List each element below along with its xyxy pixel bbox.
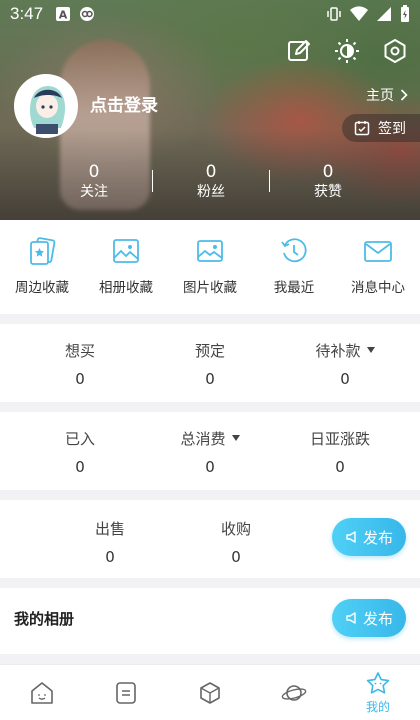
nav-notes[interactable] [84, 665, 168, 720]
box-icon [200, 681, 220, 704]
stat-followers[interactable]: 0 粉丝 [153, 162, 269, 202]
shortcut-label: 相册收藏 [99, 280, 153, 296]
wifi-icon [350, 6, 368, 22]
stat-buying[interactable]: 收购 0 [196, 519, 276, 567]
cell-value: 0 [335, 458, 345, 476]
shortcut-label: 周边收藏 [15, 280, 69, 296]
publish-album-button[interactable]: 发布 [332, 599, 406, 637]
chevron-right-icon [400, 89, 408, 101]
cell-value: 0 [75, 458, 85, 476]
cell-label: 日亚涨跌 [309, 430, 370, 448]
cell-value: 0 [205, 370, 215, 388]
mail-icon [364, 241, 392, 262]
stat-label: 粉丝 [197, 184, 225, 200]
document-icon [116, 681, 136, 704]
signal-icon [377, 7, 391, 21]
stat-likes[interactable]: 0 获赞 [270, 162, 386, 202]
stat-label: 关注 [80, 184, 108, 200]
publish-label: 发布 [362, 609, 393, 628]
cell-label: 待补款 [315, 342, 361, 360]
stat-value: 0 [88, 162, 100, 182]
purchase-stats-card: 想买 0 预定 0 待补款 0 [0, 324, 420, 402]
cell-label: 总消费 [180, 430, 226, 448]
trade-stats-card: 出售 0 收购 0 发布 [0, 500, 420, 578]
stat-selling[interactable]: 出售 0 [70, 519, 150, 567]
cell-value: 0 [75, 370, 85, 388]
cell-value: 0 [231, 548, 241, 566]
stat-total-spending[interactable]: 总消费 0 [160, 429, 260, 477]
stat-acquired[interactable]: 已入 0 [40, 429, 120, 477]
cell-label: 预定 [194, 342, 225, 360]
shortcut-merch-favorites[interactable]: 周边收藏 [0, 220, 84, 314]
shortcut-message-center[interactable]: 消息中心 [336, 220, 420, 314]
history-icon [281, 238, 307, 263]
cards-icon [30, 237, 56, 265]
caret-down-icon [231, 435, 240, 441]
battery-icon [401, 5, 409, 22]
publish-trade-button[interactable]: 发布 [332, 518, 406, 556]
shortcut-label: 图片收藏 [183, 280, 237, 296]
vibrate-icon [327, 7, 341, 21]
stat-following[interactable]: 0 关注 [36, 162, 152, 202]
stat-want-to-buy[interactable]: 想买 0 [40, 341, 120, 389]
shortcut-image-favorites[interactable]: 图片收藏 [168, 220, 252, 314]
login-prompt[interactable]: 点击登录 [90, 91, 158, 116]
publish-label: 发布 [362, 528, 393, 547]
stat-value: 0 [322, 162, 334, 182]
nav-discover[interactable] [252, 665, 336, 720]
checkin-label: 签到 [378, 121, 406, 137]
nav-mine[interactable]: 我的 [336, 665, 420, 720]
cell-label: 想买 [64, 342, 95, 360]
planet-icon [281, 684, 307, 701]
nav-home[interactable] [0, 665, 84, 720]
avatar[interactable] [14, 74, 78, 138]
cell-value: 0 [205, 458, 215, 476]
status-bar: 3:47 A [0, 0, 420, 28]
cell-label: 已入 [64, 430, 95, 448]
nav-collection[interactable] [168, 665, 252, 720]
shortcut-bar: 周边收藏 相册收藏 图片收藏 我最近 消息中心 [0, 220, 420, 314]
cell-label: 收购 [220, 520, 251, 538]
stat-balance-due[interactable]: 待补款 0 [295, 341, 395, 389]
cell-label: 出售 [94, 520, 125, 538]
home-link-label: 主页 [366, 88, 394, 104]
profile-stats: 0 关注 0 粉丝 0 获赞 [36, 162, 386, 202]
checkin-button[interactable]: 签到 [342, 114, 420, 142]
calendar-check-icon [354, 121, 370, 136]
notification-app-icon [80, 7, 95, 21]
nav-mine-label: 我的 [365, 699, 390, 714]
notification-a-icon: A [56, 7, 71, 22]
stat-label: 获赞 [314, 184, 342, 200]
bottom-nav: 我的 [0, 664, 420, 720]
megaphone-icon [346, 531, 356, 543]
spending-stats-card: 已入 0 总消费 0 日亚涨跌 0 [0, 412, 420, 490]
caret-down-icon [366, 347, 375, 353]
stat-value: 0 [205, 162, 217, 182]
stat-amazon-jp-change[interactable]: 日亚涨跌 0 [290, 429, 390, 477]
home-icon [31, 681, 53, 704]
shortcut-label: 我最近 [273, 280, 315, 296]
my-album-title: 我的相册 [14, 610, 75, 628]
star-icon [366, 671, 390, 694]
megaphone-icon [346, 612, 356, 624]
cell-value: 0 [340, 370, 350, 388]
home-link[interactable]: 主页 [366, 85, 408, 105]
avatar-illustration [16, 76, 76, 136]
stat-preorder[interactable]: 预定 0 [170, 341, 250, 389]
shortcut-album-favorites[interactable]: 相册收藏 [84, 220, 168, 314]
shortcut-label: 消息中心 [351, 280, 405, 296]
theme-icon[interactable] [334, 38, 360, 64]
svg-text:A: A [59, 9, 68, 22]
edit-icon[interactable] [286, 38, 312, 64]
shortcut-recent[interactable]: 我最近 [252, 220, 336, 314]
image-icon [197, 240, 223, 262]
status-time: 3:47 [10, 4, 44, 23]
settings-icon[interactable] [382, 38, 408, 64]
album-icon [113, 239, 139, 263]
cell-value: 0 [105, 548, 115, 566]
